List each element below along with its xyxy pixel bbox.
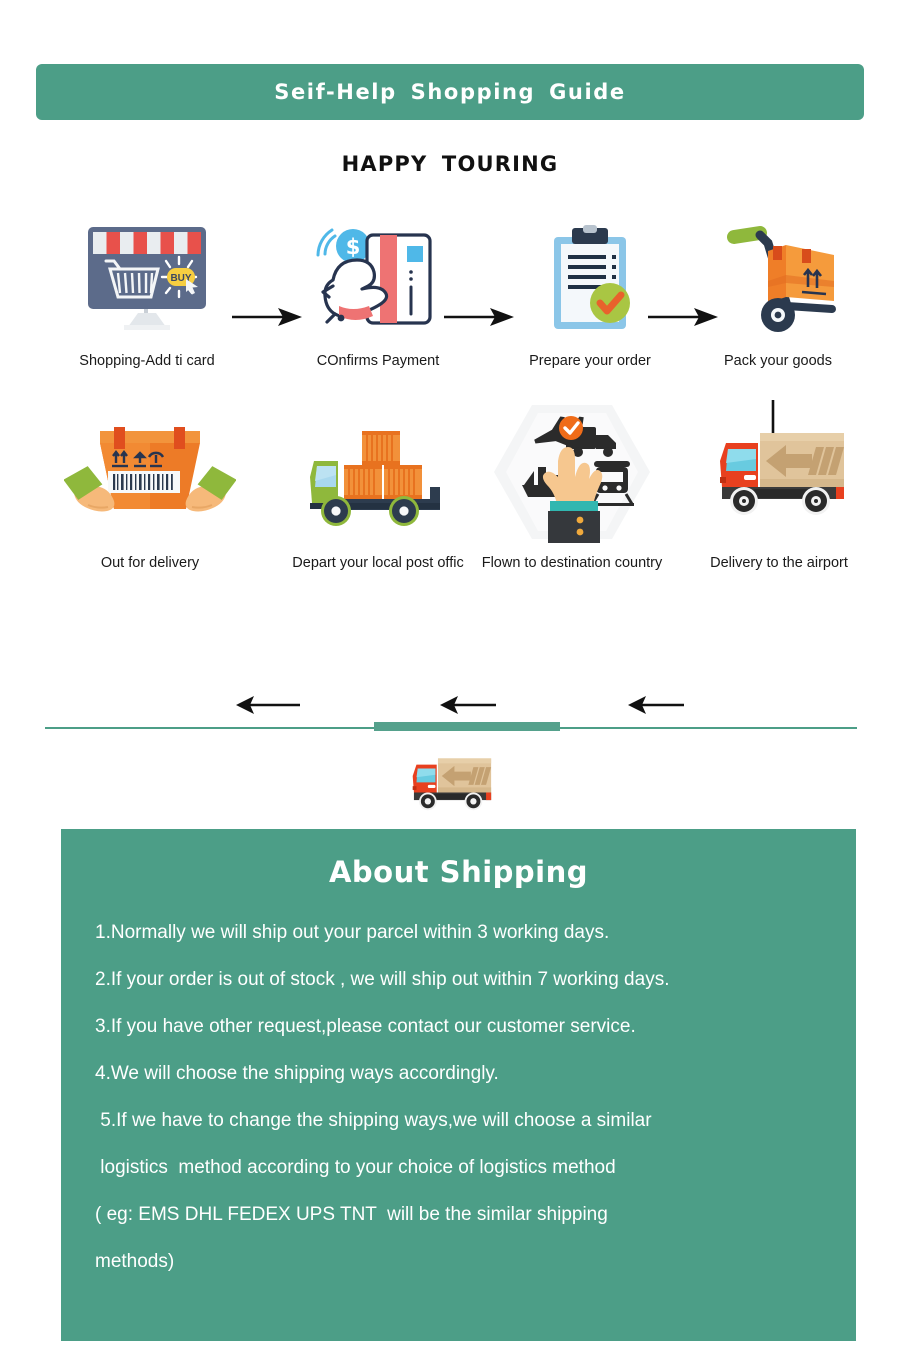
shipping-flow-diagram: BUY Shopping-Add ti card $ COnfirms Paym… [0, 222, 900, 714]
header-banner: Seif-Help Shopping Guide [36, 64, 864, 120]
flow-step-depart-local-post-office: Depart your local post offic [288, 402, 468, 576]
mini-delivery-truck-icon [0, 752, 900, 814]
self-help-shopping-guide-page: Seif-Help Shopping Guide HAPPY TOURING B… [0, 0, 900, 1368]
hand-truck-box-icon [690, 222, 866, 340]
about-shipping-line: 1.Normally we will ship out your parcel … [95, 922, 610, 943]
hand-credit-card-payment-icon: $ [288, 222, 468, 340]
flow-row-top: BUY Shopping-Add ti card $ COnfirms Paym… [0, 222, 900, 462]
arrow-left-icon [440, 694, 496, 716]
about-shipping-line: 5.If we have to change the shipping ways… [95, 1110, 652, 1131]
subtitle-happy-touring: HAPPY TOURING [341, 152, 559, 176]
flow-step-label: COnfirms Payment [316, 353, 440, 369]
flow-row-bottom: Out for delivery Depart your local post … [0, 402, 900, 714]
flow-step-label: Out for delivery [100, 555, 200, 571]
flow-step-prepare-order: Prepare your order [492, 222, 688, 374]
about-shipping-line: methods) [95, 1251, 175, 1272]
about-shipping-line: 3.If you have other request,please conta… [95, 1016, 636, 1037]
flow-step-label: Delivery to the airport [710, 555, 848, 571]
online-shop-monitor-icon: BUY [52, 222, 242, 340]
flow-step-label: Flown to destination country [481, 555, 663, 571]
hand-transport-modes-hexagon-icon [480, 402, 664, 543]
flow-step-out-for-delivery: Out for delivery [52, 402, 248, 576]
arrow-left-icon [236, 694, 300, 716]
flow-step-delivery-to-airport: Delivery to the airport [686, 402, 872, 576]
flow-step-flown-to-destination: Flown to destination country [480, 402, 664, 576]
divider-accent-bar [374, 722, 560, 731]
hands-holding-parcel-icon [52, 402, 248, 542]
flow-step-label: Prepare your order [529, 353, 651, 369]
flow-step-pack-goods: Pack your goods [690, 222, 866, 374]
flow-step-label: Shopping-Add ti card [79, 353, 215, 369]
about-shipping-title: About Shipping [328, 855, 589, 889]
arrow-left-icon [628, 694, 684, 716]
about-shipping-line: 4.We will choose the shipping ways accor… [95, 1063, 499, 1084]
delivery-truck-arrow-icon [686, 402, 872, 542]
flow-step-confirms-payment: $ COnfirms Payment [288, 222, 468, 374]
page-title: Seif-Help Shopping Guide [274, 80, 626, 104]
flow-step-shopping-add-to-cart: BUY Shopping-Add ti card [52, 222, 242, 374]
svg-text:$: $ [346, 235, 361, 259]
flow-step-label: Pack your goods [723, 353, 832, 369]
about-shipping-panel: About Shipping 1.Normally we will ship o… [61, 829, 856, 1341]
about-shipping-line: logistics method according to your choic… [95, 1157, 616, 1178]
about-shipping-line: 2.If your order is out of stock , we wil… [95, 969, 670, 990]
container-flatbed-truck-icon [288, 402, 468, 542]
about-shipping-line: ( eg: EMS DHL FEDEX UPS TNT will be the … [95, 1204, 608, 1225]
flow-step-label: Depart your local post offic [292, 555, 464, 571]
